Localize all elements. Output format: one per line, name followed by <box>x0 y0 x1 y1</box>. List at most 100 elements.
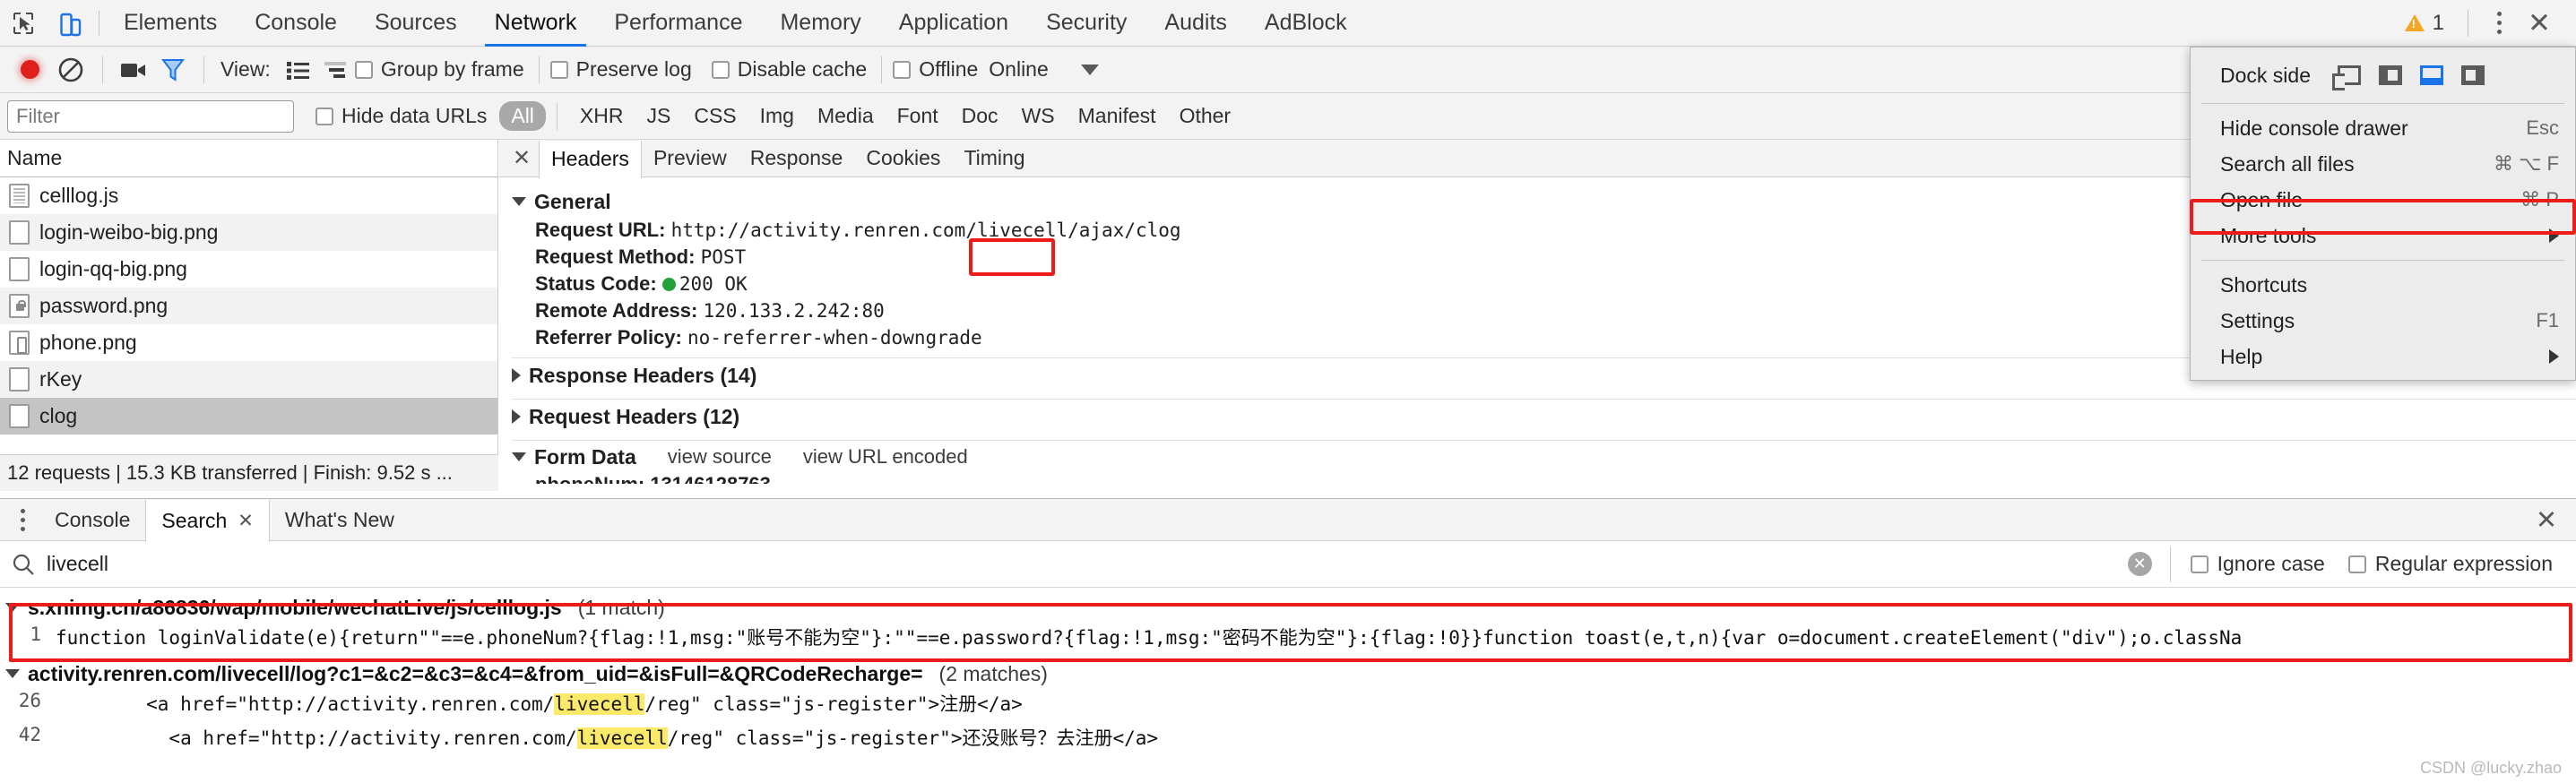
preserve-log-checkbox[interactable]: Preserve log <box>550 57 692 82</box>
search-result-file-clog[interactable]: activity.renren.com/livecell/log?c1=&c2=… <box>0 658 2576 690</box>
list-view-button[interactable] <box>280 52 317 88</box>
filter-type-other[interactable]: Other <box>1168 101 1243 131</box>
waterfall-view-icon <box>324 60 349 80</box>
tab-cookies[interactable]: Cookies <box>854 140 952 177</box>
close-devtools-icon[interactable]: ✕ <box>2519 3 2560 44</box>
status-ok-dot-icon <box>662 278 676 291</box>
close-search-tab-icon[interactable]: ✕ <box>238 510 254 532</box>
menu-item-shortcuts[interactable]: Shortcuts <box>2191 267 2575 303</box>
drawer-tab-console[interactable]: Console <box>39 499 145 541</box>
tab-sources[interactable]: Sources <box>356 0 476 47</box>
checkbox-box <box>355 61 373 79</box>
menu-item-settings[interactable]: Settings F1 <box>2191 303 2575 339</box>
filter-type-doc[interactable]: Doc <box>950 101 1010 131</box>
inspect-element-icon[interactable] <box>0 0 47 47</box>
tab-application[interactable]: Application <box>880 0 1027 47</box>
tab-label: Security <box>1046 10 1127 36</box>
menu-item-more-tools[interactable]: More tools <box>2191 218 2575 254</box>
hide-data-urls-checkbox[interactable]: Hide data URLs <box>316 104 487 128</box>
requests-column-header[interactable]: Name <box>0 140 497 177</box>
request-headers-section[interactable]: Request Headers (12) <box>512 400 2576 434</box>
menu-item-help[interactable]: Help <box>2191 339 2575 374</box>
capture-screenshots-button[interactable] <box>114 50 153 90</box>
tab-adblock[interactable]: AdBlock <box>1246 0 1366 47</box>
offline-checkbox[interactable]: Offline <box>893 57 978 82</box>
filter-type-img[interactable]: Img <box>748 101 806 131</box>
filter-type-manifest[interactable]: Manifest <box>1067 101 1168 131</box>
group-by-frame-checkbox[interactable]: Group by frame <box>355 57 524 82</box>
lock-file-icon <box>9 294 30 318</box>
menu-item-search-all-files[interactable]: Search all files ⌘ ⌥ F <box>2191 146 2575 182</box>
dock-side-options <box>2338 65 2485 85</box>
device-toolbar-toggle-icon[interactable] <box>47 0 93 47</box>
search-result-line[interactable]: 42 <a href="http://activity.renren.com/l… <box>0 724 2576 758</box>
drawer-tab-whats-new[interactable]: What's New <box>270 499 410 541</box>
filter-type-all[interactable]: All <box>499 101 546 131</box>
tab-audits[interactable]: Audits <box>1145 0 1245 47</box>
requests-list-panel: Name celllog.js login-weibo-big.png logi… <box>0 140 498 491</box>
request-row-clog[interactable]: clog <box>0 398 497 435</box>
clear-network-log-button[interactable] <box>50 49 91 90</box>
filter-type-media[interactable]: Media <box>806 101 886 131</box>
view-url-encoded-link[interactable]: view URL encoded <box>803 445 968 469</box>
drawer-menu-kebab-icon[interactable] <box>5 500 39 539</box>
tab-headers[interactable]: Headers <box>539 141 642 178</box>
search-result-file-celllog[interactable]: s.xnimg.cn/a86836/wap/mobile/wechatLive/… <box>0 591 2576 624</box>
tab-security[interactable]: Security <box>1027 0 1145 47</box>
dock-bottom-icon[interactable] <box>2420 65 2443 85</box>
tab-timing[interactable]: Timing <box>952 140 1036 177</box>
filter-type-font[interactable]: Font <box>886 101 950 131</box>
drawer-tab-search[interactable]: Search ✕ <box>145 500 269 542</box>
waterfall-view-button[interactable] <box>317 52 355 88</box>
disable-cache-checkbox[interactable]: Disable cache <box>712 57 867 82</box>
filter-type-css[interactable]: CSS <box>682 101 748 131</box>
menu-item-open-file[interactable]: Open file ⌘ P <box>2191 182 2575 218</box>
ignore-case-checkbox[interactable]: Ignore case <box>2191 552 2325 576</box>
filter-type-xhr[interactable]: XHR <box>568 101 635 131</box>
tab-network[interactable]: Network <box>476 0 596 47</box>
toolbar-divider <box>539 56 540 83</box>
request-row-password-png[interactable]: password.png <box>0 288 497 324</box>
request-row-phone-png[interactable]: phone.png <box>0 324 497 361</box>
request-row-login-qq-big-png[interactable]: login-qq-big.png <box>0 251 497 288</box>
search-result-line[interactable]: 1 function loginValidate(e){return""==e.… <box>0 624 2576 658</box>
tab-memory[interactable]: Memory <box>761 0 879 47</box>
filter-toggle-button[interactable] <box>153 50 193 90</box>
tab-preview[interactable]: Preview <box>642 140 739 177</box>
filter-input[interactable]: Filter <box>7 100 294 133</box>
undock-icon[interactable] <box>2338 65 2361 85</box>
main-menu-kebab-icon[interactable] <box>2479 4 2519 43</box>
watermark-label: CSDN @lucky.zhao <box>2420 759 2562 778</box>
request-name: clog <box>39 404 77 428</box>
throttling-select[interactable]: Online <box>989 57 1098 82</box>
form-data-section[interactable]: Form Data view source view URL encoded <box>512 441 2576 473</box>
request-row-login-weibo-big-png[interactable]: login-weibo-big.png <box>0 214 497 251</box>
close-detail-icon[interactable]: ✕ <box>505 140 539 177</box>
tab-response[interactable]: Response <box>739 140 855 177</box>
generic-file-icon <box>9 367 30 392</box>
warning-counter[interactable]: 1 <box>2392 11 2457 36</box>
response-headers-label: Response Headers (14) <box>529 364 756 388</box>
view-source-link[interactable]: view source <box>668 445 772 469</box>
request-url-key: Request URL: <box>535 219 665 241</box>
menu-item-hide-console-drawer[interactable]: Hide console drawer Esc <box>2191 110 2575 146</box>
request-row-celllog-js[interactable]: celllog.js <box>0 177 497 214</box>
dock-side-label: Dock side <box>2220 64 2311 88</box>
tab-console[interactable]: Console <box>236 0 356 47</box>
regular-expression-checkbox[interactable]: Regular expression <box>2348 552 2553 576</box>
dock-right-icon[interactable] <box>2461 65 2485 85</box>
tab-label: Response <box>750 146 843 170</box>
dock-left-icon[interactable] <box>2379 65 2402 85</box>
filter-type-ws[interactable]: WS <box>1010 101 1067 131</box>
search-result-line[interactable]: 26 <a href="http://activity.renren.com/l… <box>0 690 2576 724</box>
filter-type-js[interactable]: JS <box>635 101 682 131</box>
close-drawer-icon[interactable]: ✕ <box>2524 499 2569 541</box>
devtools-window: Elements Console Sources Network Perform… <box>0 0 2576 783</box>
clear-search-icon[interactable]: ✕ <box>2128 552 2152 576</box>
general-title: General <box>534 190 611 214</box>
tab-elements[interactable]: Elements <box>105 0 236 47</box>
record-network-log-button[interactable] <box>9 49 50 90</box>
tab-performance[interactable]: Performance <box>595 0 761 47</box>
request-row-rkey[interactable]: rKey <box>0 361 497 398</box>
search-input[interactable]: livecell <box>47 552 2128 576</box>
